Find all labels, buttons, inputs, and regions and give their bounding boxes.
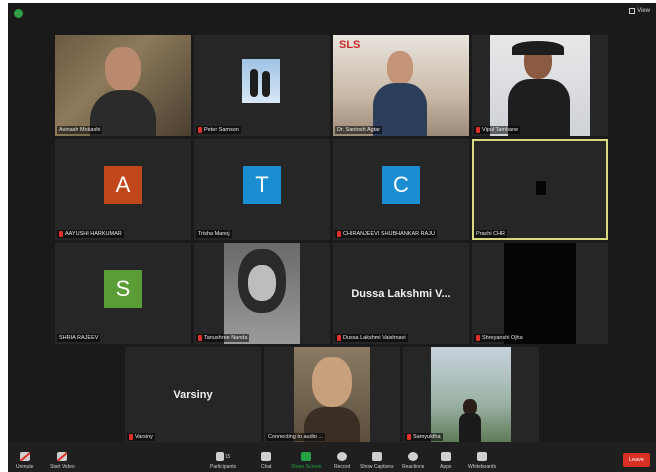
participant-name: Samyuktha [405, 433, 443, 441]
participant-name: Trisha Manoj [196, 230, 232, 238]
mic-muted-icon [59, 231, 63, 237]
video-tile-avinash[interactable]: Avinash Mokashi [55, 35, 191, 136]
avatar: C [382, 166, 420, 204]
avatar: S [104, 270, 142, 308]
participant-video: SLS [333, 35, 469, 136]
unmute-button[interactable]: Unmute [16, 452, 34, 470]
video-tile-peter[interactable]: Peter Samson [194, 35, 330, 136]
show-captions-button[interactable]: Show Captions [360, 452, 394, 470]
participant-video [504, 243, 576, 344]
participant-name: Varsiny [127, 433, 155, 441]
video-tile-shreyanshi[interactable]: Shreyanshi Ojha [472, 243, 608, 344]
view-label: View [637, 8, 650, 14]
people-icon [215, 452, 224, 461]
leave-button[interactable]: Leave [623, 453, 650, 467]
mic-muted-icon [476, 335, 480, 341]
participant-name: Dussa Lakshmi Vaishnavi [335, 334, 408, 342]
participant-video [55, 35, 191, 136]
grid-icon [629, 8, 636, 14]
video-tile-chiranjeevi[interactable]: C CHIRANJEEVI SHUBHANKAR RAJU [333, 139, 469, 240]
chat-bubble-icon [261, 452, 272, 461]
participant-name: AAYUSHI HARKUMAR [57, 230, 124, 238]
participant-display-name: Varsiny [173, 389, 213, 401]
participant-photo [224, 243, 300, 344]
video-tile-santosh[interactable]: SLS Dr. Santosh Agtar [333, 35, 469, 136]
mic-muted-icon [407, 434, 411, 440]
zoom-meeting-window: View Avinash Mokashi Peter Samson SLS Dr… [8, 3, 656, 472]
avatar: T [243, 166, 281, 204]
smiley-icon [408, 452, 419, 461]
mic-muted-icon [129, 434, 133, 440]
whiteboards-button[interactable]: Whiteboards [468, 452, 496, 470]
meeting-toolbar: Unmute Start Video 15 Participants Chat … [8, 442, 656, 472]
apps-button[interactable]: Apps [440, 452, 451, 470]
video-tile-prachi[interactable]: Prachi CHR [472, 139, 608, 240]
sls-banner: SLS [339, 39, 361, 51]
video-tile-varsiny[interactable]: Varsiny Varsiny [125, 347, 261, 443]
video-tile-trisha[interactable]: T Trisha Manoj [194, 139, 330, 240]
participant-video [490, 35, 590, 136]
video-tile-connecting[interactable]: Connecting to audio ... [264, 347, 400, 443]
captions-icon [371, 452, 382, 461]
mic-muted-icon [337, 231, 341, 237]
avatar: A [104, 166, 142, 204]
chat-button[interactable]: Chat [261, 452, 272, 470]
mic-muted-icon [337, 335, 341, 341]
participant-name: Vipul Tamhane [474, 126, 521, 134]
participant-photo [294, 347, 370, 443]
participants-button[interactable]: 15 Participants [210, 452, 236, 470]
reactions-button[interactable]: Reactions [402, 452, 424, 470]
participant-name: CHIRANJEEVI SHUBHANKAR RAJU [335, 230, 437, 238]
participant-name: Connecting to audio ... [266, 433, 326, 441]
participant-name: Dr. Santosh Agtar [335, 126, 383, 134]
security-shield-icon[interactable] [14, 9, 23, 18]
participant-photo [431, 347, 511, 443]
video-tile-samyuktha[interactable]: Samyuktha [403, 347, 539, 443]
video-tile-vipul[interactable]: Vipul Tamhane [472, 35, 608, 136]
participant-name: Peter Samson [196, 126, 241, 134]
start-video-button[interactable]: Start Video [50, 452, 75, 470]
participant-video [536, 181, 546, 195]
penguins-profile-image [242, 59, 280, 103]
record-button[interactable]: Record [334, 452, 350, 470]
participant-name: Shreyanshi Ojha [474, 334, 525, 342]
mic-muted-icon [198, 127, 202, 133]
participant-name: Tanushree Nanda [196, 334, 250, 342]
record-icon [337, 452, 348, 461]
video-tile-shria[interactable]: S SHRIA RAJEEV [55, 243, 191, 344]
participant-name: Avinash Mokashi [57, 126, 103, 134]
microphone-muted-icon [19, 452, 30, 461]
share-screen-button[interactable]: Share Screen [291, 452, 322, 470]
participant-name: Prachi CHR [474, 230, 508, 238]
participant-name: SHRIA RAJEEV [57, 334, 101, 342]
mic-muted-icon [476, 127, 480, 133]
apps-icon [440, 452, 451, 461]
video-tile-tanushree[interactable]: Tanushree Nanda [194, 243, 330, 344]
video-tile-dussa[interactable]: Dussa Lakshmi V... Dussa Lakshmi Vaishna… [333, 243, 469, 344]
video-tile-aayushi[interactable]: A AAYUSHI HARKUMAR [55, 139, 191, 240]
view-button[interactable]: View [629, 8, 650, 14]
share-screen-icon [301, 452, 312, 461]
mic-muted-icon [198, 335, 202, 341]
whiteboard-icon [477, 452, 488, 461]
participant-display-name: Dussa Lakshmi V... [351, 288, 451, 300]
camera-off-icon [57, 452, 68, 461]
